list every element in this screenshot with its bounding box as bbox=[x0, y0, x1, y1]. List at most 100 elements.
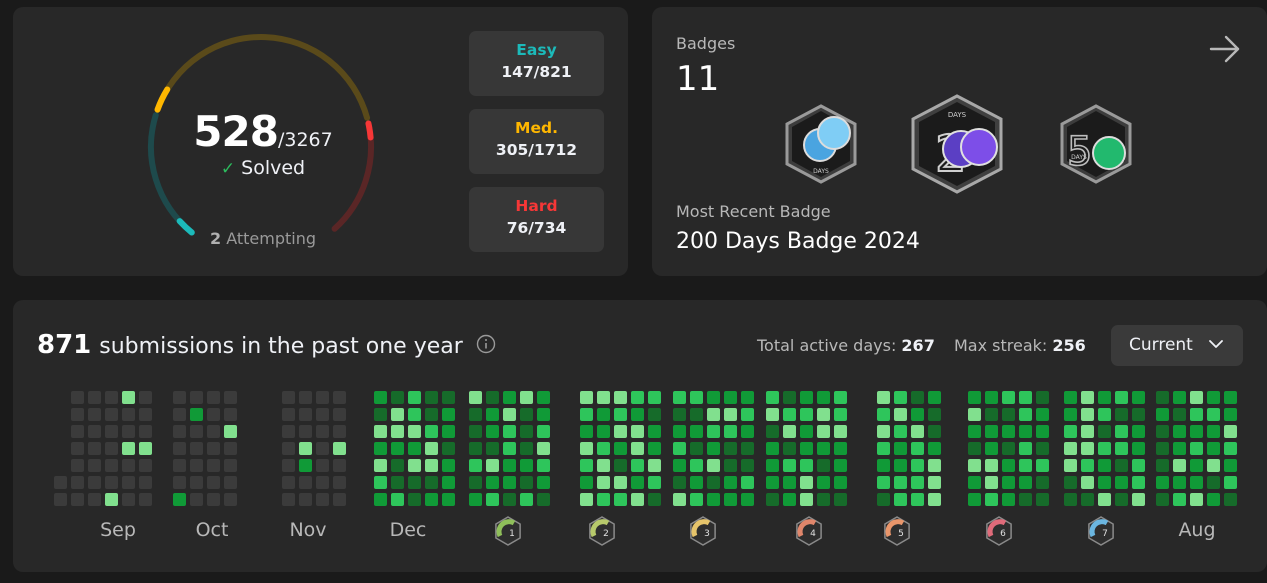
heatmap-cell[interactable] bbox=[631, 476, 644, 489]
heatmap-cell[interactable] bbox=[1156, 442, 1169, 455]
heatmap-cell[interactable] bbox=[88, 425, 101, 438]
feb-badge-icon[interactable]: 2 bbox=[589, 516, 615, 546]
heatmap-cell[interactable] bbox=[71, 493, 84, 506]
heatmap-cell[interactable] bbox=[537, 493, 550, 506]
heatmap-cell[interactable] bbox=[537, 408, 550, 421]
heatmap-cell[interactable] bbox=[928, 442, 941, 455]
heatmap-cell[interactable] bbox=[537, 425, 550, 438]
heatmap-cell[interactable] bbox=[520, 493, 533, 506]
heatmap-cell[interactable] bbox=[425, 493, 438, 506]
heatmap-cell[interactable] bbox=[486, 476, 499, 489]
heatmap-cell[interactable] bbox=[690, 408, 703, 421]
heatmap-cell[interactable] bbox=[673, 391, 686, 404]
50-days-badge-icon[interactable]: 5 DAYS bbox=[1057, 103, 1135, 185]
heatmap-cell[interactable] bbox=[1098, 476, 1111, 489]
heatmap-cell[interactable] bbox=[631, 459, 644, 472]
heatmap-cell[interactable] bbox=[316, 459, 329, 472]
heatmap-cell[interactable] bbox=[877, 408, 890, 421]
heatmap-cell[interactable] bbox=[299, 459, 312, 472]
heatmap-cell[interactable] bbox=[911, 391, 924, 404]
heatmap-cell[interactable] bbox=[486, 391, 499, 404]
heatmap-cell[interactable] bbox=[766, 476, 779, 489]
heatmap-cell[interactable] bbox=[88, 476, 101, 489]
heatmap-cell[interactable] bbox=[1132, 459, 1145, 472]
heatmap-cell[interactable] bbox=[1081, 442, 1094, 455]
heatmap-cell[interactable] bbox=[1019, 493, 1032, 506]
heatmap-cell[interactable] bbox=[766, 391, 779, 404]
heatmap-cell[interactable] bbox=[299, 408, 312, 421]
heatmap-cell[interactable] bbox=[537, 391, 550, 404]
heatmap-cell[interactable] bbox=[316, 442, 329, 455]
heatmap-cell[interactable] bbox=[1036, 493, 1049, 506]
heatmap-cell[interactable] bbox=[408, 408, 421, 421]
heatmap-cell[interactable] bbox=[391, 476, 404, 489]
heatmap-cell[interactable] bbox=[139, 476, 152, 489]
heatmap-cell[interactable] bbox=[520, 408, 533, 421]
heatmap-cell[interactable] bbox=[673, 459, 686, 472]
heatmap-cell[interactable] bbox=[71, 408, 84, 421]
100-days-badge-icon[interactable]: DAYS bbox=[782, 103, 860, 185]
heatmap-cell[interactable] bbox=[374, 408, 387, 421]
heatmap-cell[interactable] bbox=[469, 391, 482, 404]
heatmap-cell[interactable] bbox=[580, 493, 593, 506]
heatmap-cell[interactable] bbox=[724, 391, 737, 404]
heatmap-cell[interactable] bbox=[877, 493, 890, 506]
heatmap-cell[interactable] bbox=[391, 391, 404, 404]
heatmap-cell[interactable] bbox=[224, 391, 237, 404]
jul-badge-icon[interactable]: 7 bbox=[1088, 516, 1114, 546]
heatmap-cell[interactable] bbox=[648, 425, 661, 438]
heatmap-cell[interactable] bbox=[894, 442, 907, 455]
heatmap-cell[interactable] bbox=[834, 391, 847, 404]
heatmap-cell[interactable] bbox=[1156, 459, 1169, 472]
heatmap-cell[interactable] bbox=[207, 476, 220, 489]
heatmap-cell[interactable] bbox=[1207, 493, 1220, 506]
heatmap-cell[interactable] bbox=[673, 476, 686, 489]
heatmap-cell[interactable] bbox=[911, 459, 924, 472]
heatmap-cell[interactable] bbox=[724, 459, 737, 472]
heatmap-cell[interactable] bbox=[316, 476, 329, 489]
heatmap-cell[interactable] bbox=[503, 442, 516, 455]
heatmap-cell[interactable] bbox=[783, 459, 796, 472]
heatmap-cell[interactable] bbox=[1064, 459, 1077, 472]
heatmap-cell[interactable] bbox=[800, 425, 813, 438]
heatmap-cell[interactable] bbox=[968, 476, 981, 489]
heatmap-cell[interactable] bbox=[54, 476, 67, 489]
heatmap-cell[interactable] bbox=[105, 459, 118, 472]
heatmap-cell[interactable] bbox=[800, 476, 813, 489]
heatmap-cell[interactable] bbox=[520, 425, 533, 438]
heatmap-cell[interactable] bbox=[316, 493, 329, 506]
heatmap-cell[interactable] bbox=[190, 476, 203, 489]
heatmap-cell[interactable] bbox=[707, 442, 720, 455]
heatmap-cell[interactable] bbox=[391, 459, 404, 472]
heatmap-cell[interactable] bbox=[1156, 425, 1169, 438]
heatmap-cell[interactable] bbox=[391, 425, 404, 438]
heatmap-cell[interactable] bbox=[928, 476, 941, 489]
heatmap-cell[interactable] bbox=[1173, 408, 1186, 421]
heatmap-cell[interactable] bbox=[690, 391, 703, 404]
heatmap-cell[interactable] bbox=[1132, 442, 1145, 455]
heatmap-cell[interactable] bbox=[333, 442, 346, 455]
heatmap-cell[interactable] bbox=[724, 476, 737, 489]
heatmap-cell[interactable] bbox=[834, 425, 847, 438]
heatmap-cell[interactable] bbox=[1081, 408, 1094, 421]
heatmap-cell[interactable] bbox=[282, 459, 295, 472]
heatmap-cell[interactable] bbox=[122, 425, 135, 438]
heatmap-cell[interactable] bbox=[834, 459, 847, 472]
heatmap-cell[interactable] bbox=[207, 425, 220, 438]
heatmap-cell[interactable] bbox=[724, 408, 737, 421]
heatmap-cell[interactable] bbox=[1224, 442, 1237, 455]
heatmap-cell[interactable] bbox=[800, 442, 813, 455]
heatmap-cell[interactable] bbox=[631, 391, 644, 404]
heatmap-cell[interactable] bbox=[877, 391, 890, 404]
heatmap-cell[interactable] bbox=[442, 425, 455, 438]
heatmap-cell[interactable] bbox=[631, 493, 644, 506]
heatmap-cell[interactable] bbox=[224, 442, 237, 455]
heatmap-cell[interactable] bbox=[486, 493, 499, 506]
heatmap-cell[interactable] bbox=[894, 425, 907, 438]
heatmap-cell[interactable] bbox=[190, 391, 203, 404]
heatmap-cell[interactable] bbox=[1156, 476, 1169, 489]
heatmap-cell[interactable] bbox=[985, 425, 998, 438]
jan-badge-icon[interactable]: 1 bbox=[495, 516, 521, 546]
heatmap-cell[interactable] bbox=[207, 391, 220, 404]
heatmap-cell[interactable] bbox=[1002, 442, 1015, 455]
